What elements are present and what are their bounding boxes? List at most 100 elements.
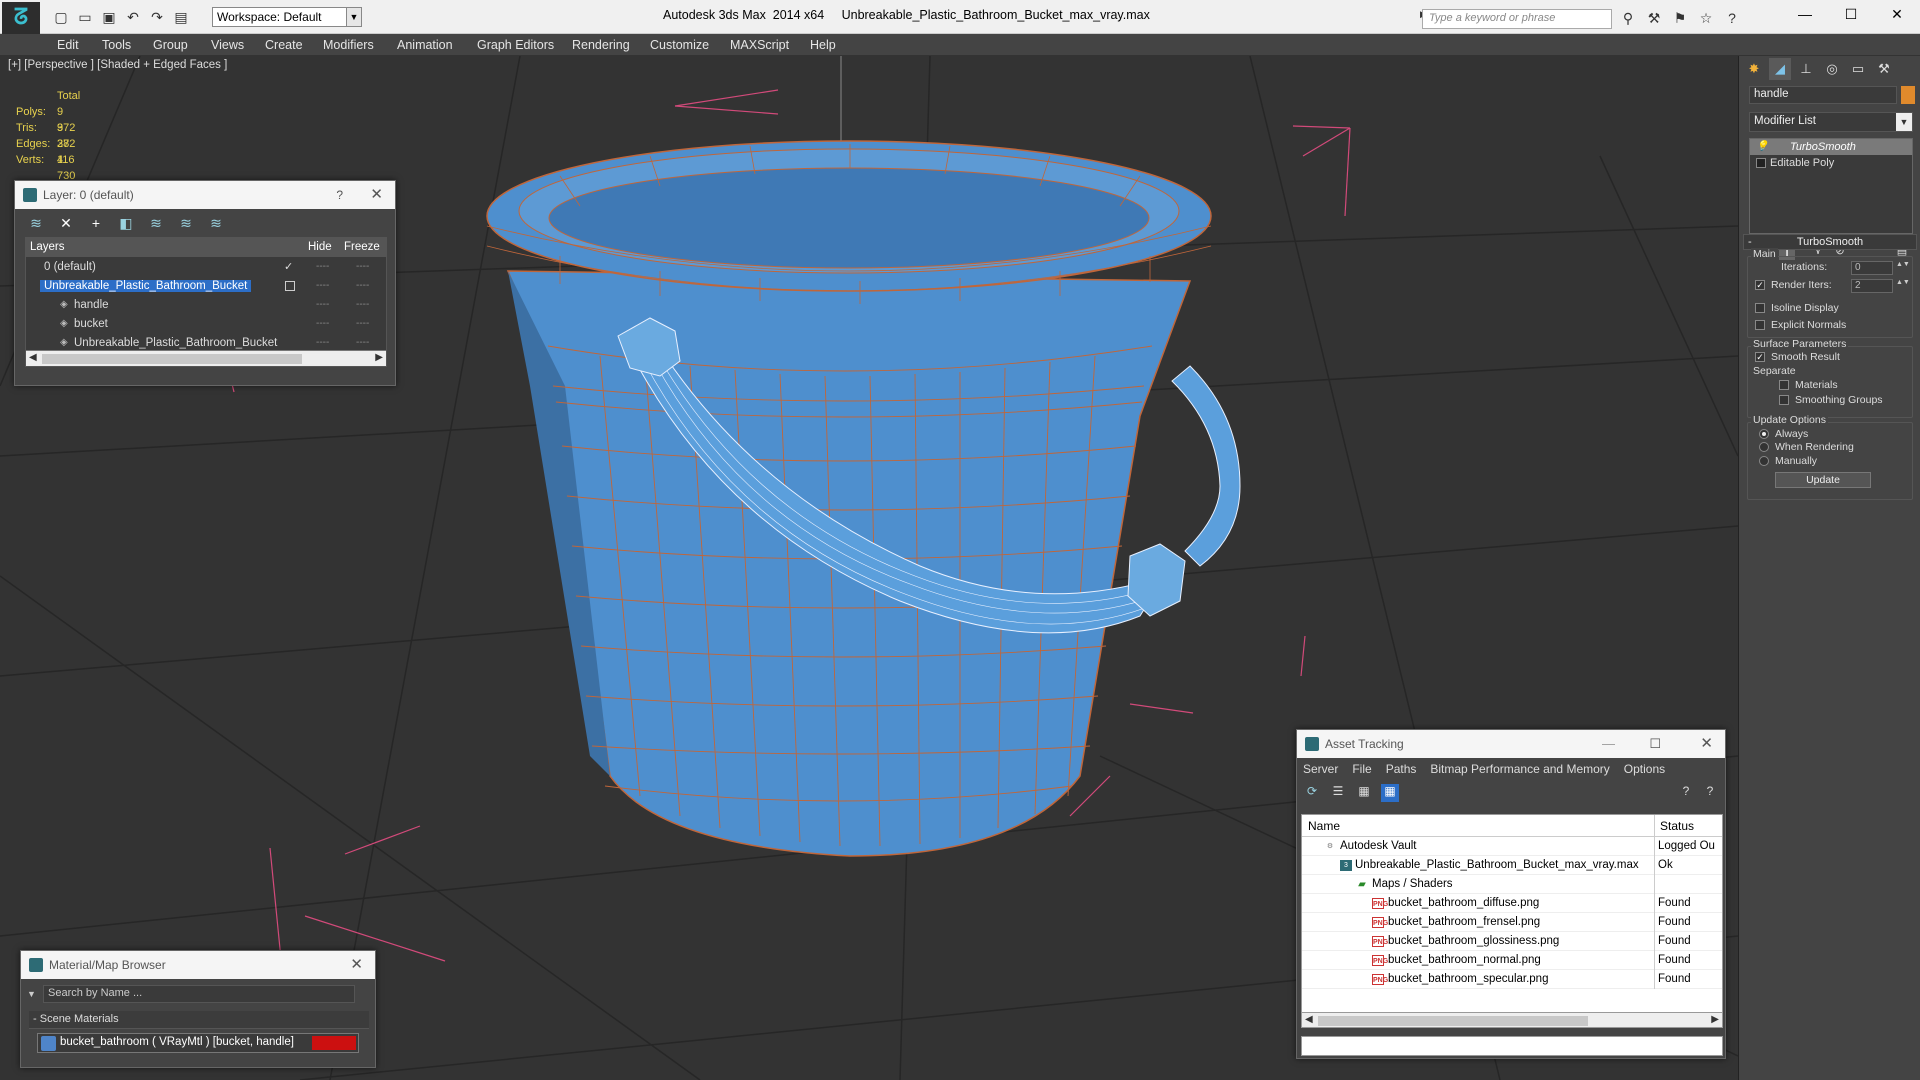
layer-horizontal-scrollbar[interactable]: ◀ ▶ bbox=[26, 350, 386, 366]
scroll-left-icon[interactable]: ◀ bbox=[1305, 1014, 1313, 1025]
render-iters-spinner[interactable]: 2 ▲▼ bbox=[1851, 279, 1910, 293]
app-logo-icon[interactable]: ᘔ bbox=[2, 2, 40, 34]
active-layer-check-icon[interactable]: ✓ bbox=[284, 260, 293, 273]
hierarchy-icon[interactable]: ⊥ bbox=[1795, 58, 1817, 80]
asset-menu-paths[interactable]: Paths bbox=[1386, 758, 1417, 780]
open-icon[interactable]: ▭ bbox=[76, 8, 94, 26]
scroll-left-icon[interactable]: ◀ bbox=[29, 352, 37, 363]
utilities-icon[interactable]: ⚒ bbox=[1873, 58, 1895, 80]
freeze-toggle[interactable]: ---- bbox=[356, 299, 369, 310]
asset-row[interactable]: ▰ Maps / Shaders bbox=[1302, 875, 1722, 894]
maximize-icon[interactable]: ☐ bbox=[1649, 730, 1661, 758]
header-freeze[interactable]: Freeze bbox=[344, 241, 380, 253]
display-icon[interactable]: ▭ bbox=[1847, 58, 1869, 80]
spinner-arrows-icon[interactable]: ▲▼ bbox=[1896, 261, 1910, 275]
freeze-toggle[interactable]: ---- bbox=[356, 337, 369, 348]
modify-icon[interactable]: ◢ bbox=[1769, 58, 1791, 80]
help-icon[interactable]: ? bbox=[1722, 9, 1742, 27]
scroll-thumb[interactable] bbox=[1318, 1016, 1588, 1026]
when-rendering-radio[interactable] bbox=[1759, 442, 1769, 452]
scene-materials-section[interactable]: - Scene Materials bbox=[29, 1011, 369, 1029]
hide-toggle[interactable]: ---- bbox=[316, 318, 329, 329]
render-iters-checkbox[interactable]: ✓ bbox=[1755, 280, 1765, 290]
freeze-toggle[interactable]: ---- bbox=[356, 318, 369, 329]
menu-group[interactable]: Group bbox=[153, 38, 188, 52]
menu-animation[interactable]: Animation bbox=[397, 38, 453, 52]
modifier-list-dropdown[interactable]: Modifier List ▼ bbox=[1749, 112, 1913, 132]
lightbulb-icon[interactable]: 💡 bbox=[1756, 139, 1768, 155]
motion-icon[interactable]: ◎ bbox=[1821, 58, 1843, 80]
manually-radio[interactable] bbox=[1759, 456, 1769, 466]
options-dropdown-icon[interactable]: ▼ bbox=[27, 989, 36, 999]
asset-row[interactable]: PNG bucket_bathroom_diffuse.png Found bbox=[1302, 894, 1722, 913]
asset-horizontal-scrollbar[interactable]: ◀ ▶ bbox=[1301, 1012, 1723, 1028]
scroll-right-icon[interactable]: ▶ bbox=[1711, 1014, 1719, 1025]
scroll-thumb[interactable] bbox=[42, 354, 302, 364]
material-browser-titlebar[interactable]: Material/Map Browser ✕ bbox=[21, 951, 375, 979]
close-icon[interactable]: ✕ bbox=[350, 951, 363, 979]
smooth-result-checkbox[interactable]: ✓ bbox=[1755, 352, 1765, 362]
close-icon[interactable]: ✕ bbox=[1874, 0, 1920, 30]
update-button[interactable]: Update bbox=[1775, 472, 1871, 488]
vault-help-icon[interactable]: ? bbox=[1701, 784, 1719, 802]
menu-tools[interactable]: Tools bbox=[102, 38, 131, 52]
create-layer-icon[interactable]: ≋ bbox=[27, 214, 45, 232]
asset-path-field[interactable] bbox=[1301, 1036, 1723, 1056]
close-icon[interactable]: ✕ bbox=[370, 181, 383, 209]
tools-icon[interactable]: ⚒ bbox=[1644, 9, 1664, 27]
hide-toggle[interactable]: ---- bbox=[316, 261, 329, 272]
table-icon[interactable]: ▦ bbox=[1381, 784, 1399, 802]
freeze-toggle[interactable]: ---- bbox=[356, 261, 369, 272]
save-icon[interactable]: ▣ bbox=[100, 8, 118, 26]
menu-modifiers[interactable]: Modifiers bbox=[323, 38, 374, 52]
materials-checkbox[interactable] bbox=[1779, 380, 1789, 390]
delete-layer-icon[interactable]: ✕ bbox=[57, 214, 75, 232]
asset-row[interactable]: PNG bucket_bathroom_glossiness.png Found bbox=[1302, 932, 1722, 951]
modifier-stack-item[interactable]: 💡 TurboSmooth bbox=[1750, 139, 1912, 155]
minimize-icon[interactable]: — bbox=[1782, 0, 1828, 30]
material-search-input[interactable]: Search by Name ... bbox=[43, 985, 355, 1003]
isoline-checkbox[interactable] bbox=[1755, 303, 1765, 313]
close-icon[interactable]: ✕ bbox=[1700, 730, 1713, 758]
expand-box-icon[interactable] bbox=[1756, 158, 1766, 168]
refresh-icon[interactable]: ⟳ bbox=[1303, 784, 1321, 802]
maximize-icon[interactable]: ☐ bbox=[1828, 0, 1874, 30]
hide-toggle[interactable]: ---- bbox=[316, 337, 329, 348]
binoculars-icon[interactable]: ⚲ bbox=[1618, 9, 1638, 27]
asset-row[interactable]: PNG bucket_bathroom_specular.png Found bbox=[1302, 970, 1722, 989]
undo-icon[interactable]: ↶ bbox=[124, 8, 142, 26]
object-name-field[interactable]: handle bbox=[1749, 86, 1897, 104]
scroll-right-icon[interactable]: ▶ bbox=[375, 352, 383, 363]
header-name[interactable]: Name bbox=[1308, 819, 1340, 833]
asset-menu-bitmap-performance[interactable]: Bitmap Performance and Memory bbox=[1430, 758, 1609, 780]
asset-menu-server[interactable]: Server bbox=[1303, 758, 1338, 780]
freeze-all-layers-icon[interactable]: ≋ bbox=[207, 214, 225, 232]
asset-row[interactable]: PNG bucket_bathroom_frensel.png Found bbox=[1302, 913, 1722, 932]
help-icon[interactable]: ? bbox=[336, 181, 343, 209]
highlight-layer-icon[interactable]: ≋ bbox=[147, 214, 165, 232]
select-in-layer-icon[interactable]: ◧ bbox=[117, 214, 135, 232]
viewport-label[interactable]: [+] [Perspective ] [Shaded + Edged Faces… bbox=[8, 59, 227, 71]
material-item[interactable]: bucket_bathroom ( VRayMtl ) [bucket, han… bbox=[37, 1033, 359, 1053]
layer-row[interactable]: 0 (default) ✓ ---- ---- bbox=[26, 258, 386, 277]
asset-menu-options[interactable]: Options bbox=[1624, 758, 1665, 780]
asset-tracking-titlebar[interactable]: Asset Tracking — ☐ ✕ bbox=[1297, 730, 1725, 758]
redo-icon[interactable]: ↷ bbox=[148, 8, 166, 26]
menu-views[interactable]: Views bbox=[211, 38, 244, 52]
explicit-normals-checkbox[interactable] bbox=[1755, 320, 1765, 330]
menu-graph-editors[interactable]: Graph Editors bbox=[477, 38, 554, 52]
star-icon[interactable]: ☆ bbox=[1696, 9, 1716, 27]
help-icon[interactable]: ? bbox=[1677, 784, 1695, 802]
modifier-stack-item[interactable]: Editable Poly bbox=[1750, 155, 1912, 171]
menu-create[interactable]: Create bbox=[265, 38, 303, 52]
hide-all-layers-icon[interactable]: ≋ bbox=[177, 214, 195, 232]
share-icon[interactable]: ⚑ bbox=[1670, 9, 1690, 27]
asset-row[interactable]: ⚙ Autodesk Vault Logged Ou bbox=[1302, 837, 1722, 856]
asset-menu-file[interactable]: File bbox=[1352, 758, 1371, 780]
header-layers[interactable]: Layers bbox=[30, 241, 65, 253]
new-icon[interactable]: ▢ bbox=[52, 8, 70, 26]
layer-row[interactable]: Unbreakable_Plastic_Bathroom_Bucket ----… bbox=[26, 277, 386, 296]
header-hide[interactable]: Hide bbox=[308, 241, 332, 253]
object-color-swatch[interactable] bbox=[1901, 86, 1915, 104]
smoothing-groups-checkbox[interactable] bbox=[1779, 395, 1789, 405]
